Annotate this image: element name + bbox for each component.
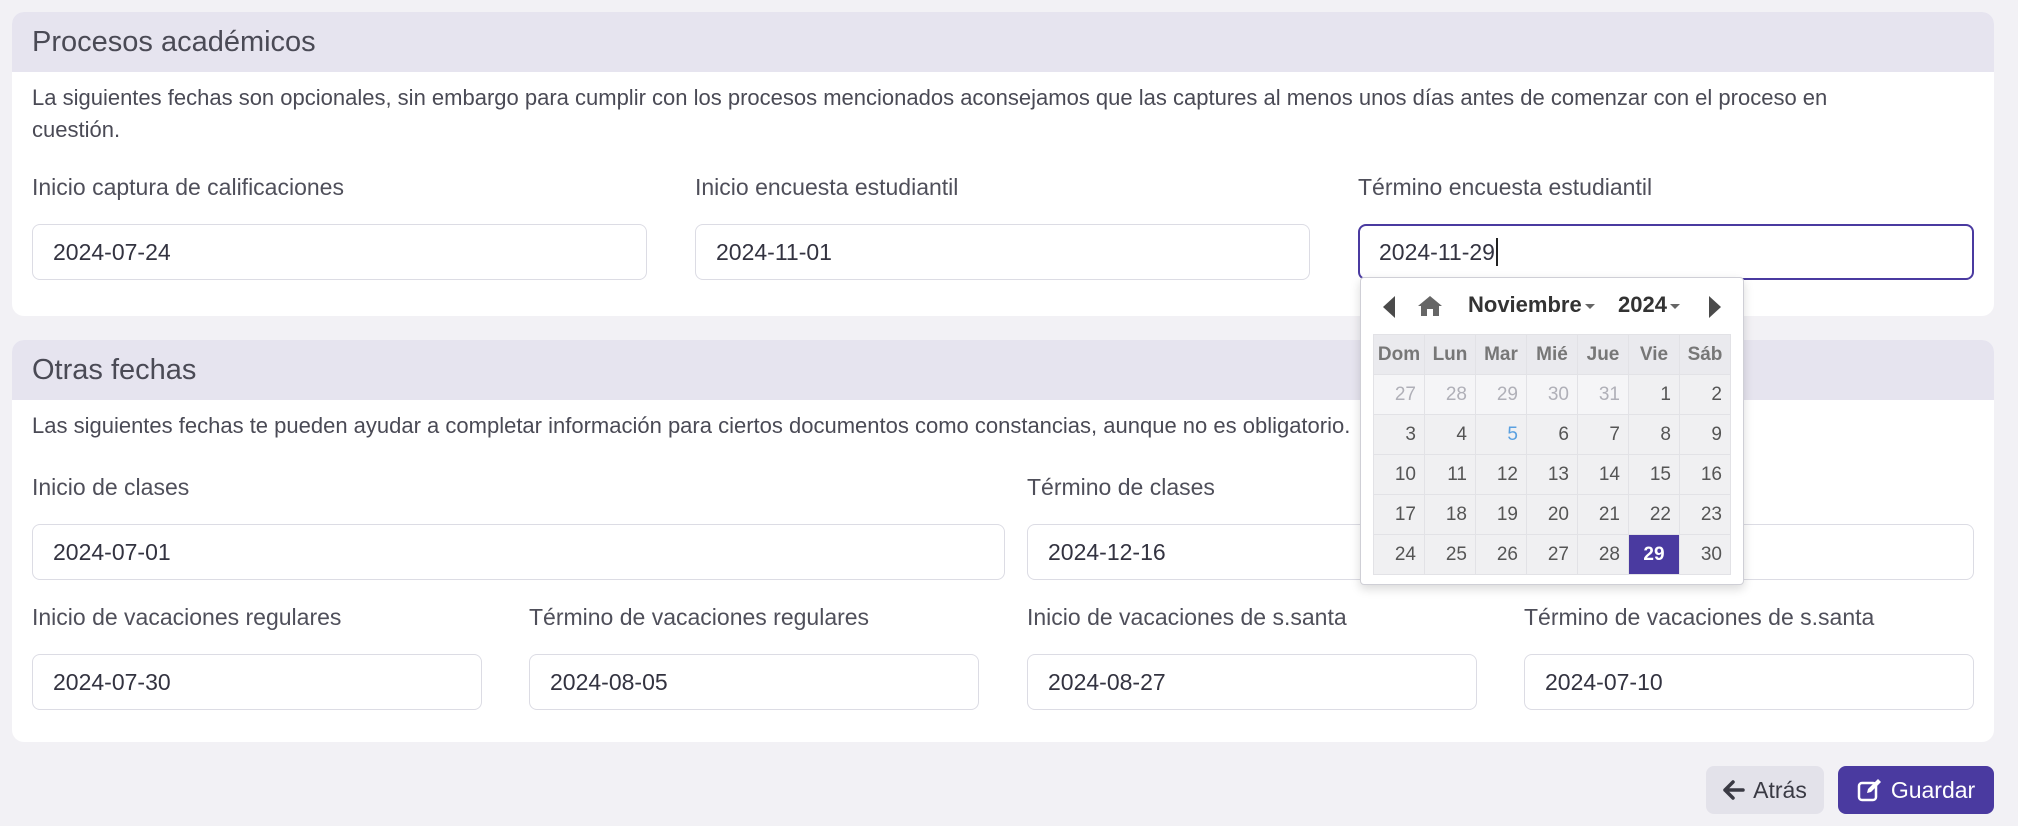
calendar-day[interactable]: 11 — [1424, 454, 1476, 495]
calendar-day[interactable]: 4 — [1424, 414, 1476, 455]
regular-vacation-end-input[interactable]: 2024-08-05 — [529, 654, 979, 710]
weekday-header: Mié — [1526, 334, 1578, 375]
academic-processes-title: Procesos académicos — [12, 12, 1994, 72]
calendar-day[interactable]: 12 — [1475, 454, 1527, 495]
year-label: 2024 — [1618, 292, 1667, 317]
survey-end-label: Término encuesta estudiantil — [1358, 174, 1653, 200]
calendar-week: 17 18 19 20 21 22 23 — [1373, 494, 1731, 535]
weekday-header: Mar — [1475, 334, 1527, 375]
calendar-day[interactable]: 3 — [1373, 414, 1425, 455]
calendar-week: 24 25 26 27 28 29 30 — [1373, 534, 1731, 575]
classes-start-input[interactable]: 2024-07-01 — [32, 524, 1005, 580]
weekday-header: Dom — [1373, 334, 1425, 375]
month-label: Noviembre — [1468, 292, 1582, 317]
regular-vacation-start-input[interactable]: 2024-07-30 — [32, 654, 482, 710]
calendar-day[interactable]: 30 — [1679, 534, 1731, 575]
calendar-day-selected[interactable]: 29 — [1628, 534, 1680, 575]
calendar-day[interactable]: 22 — [1628, 494, 1680, 535]
calendar-day[interactable]: 25 — [1424, 534, 1476, 575]
calendar-day[interactable]: 27 — [1373, 374, 1425, 415]
calendar-day[interactable]: 28 — [1424, 374, 1476, 415]
regular-vacation-start-label: Inicio de vacaciones regulares — [32, 604, 342, 630]
holy-week-start-field: Inicio de vacaciones de s.santa 2024-08-… — [1027, 602, 1477, 722]
weekday-row: Dom Lun Mar Mié Jue Vie Sáb — [1373, 334, 1731, 375]
holy-week-start-label: Inicio de vacaciones de s.santa — [1027, 604, 1347, 630]
next-month-icon[interactable] — [1709, 296, 1721, 318]
prev-month-icon[interactable] — [1383, 296, 1395, 318]
calendar-day[interactable]: 8 — [1628, 414, 1680, 455]
survey-end-input[interactable]: 2024-11-29 — [1358, 224, 1974, 280]
calendar-day[interactable]: 19 — [1475, 494, 1527, 535]
calendar-day[interactable]: 9 — [1679, 414, 1731, 455]
weekday-header: Vie — [1628, 334, 1680, 375]
survey-start-input[interactable]: 2024-11-01 — [695, 224, 1310, 280]
calendar-day[interactable]: 6 — [1526, 414, 1578, 455]
calendar-day[interactable]: 26 — [1475, 534, 1527, 575]
holy-week-end-field: Término de vacaciones de s.santa 2024-07… — [1524, 602, 1974, 722]
calendar-day[interactable]: 17 — [1373, 494, 1425, 535]
grades-capture-start-label: Inicio captura de calificaciones — [32, 174, 344, 200]
edit-icon — [1857, 779, 1881, 802]
calendar-week: 10 11 12 13 14 15 16 — [1373, 454, 1731, 495]
calendar-day[interactable]: 20 — [1526, 494, 1578, 535]
weekday-header: Jue — [1577, 334, 1629, 375]
arrow-left-icon — [1723, 780, 1745, 800]
calendar-day[interactable]: 31 — [1577, 374, 1629, 415]
weekday-header: Lun — [1424, 334, 1476, 375]
back-button-label: Atrás — [1753, 776, 1807, 803]
calendar-day[interactable]: 29 — [1475, 374, 1527, 415]
chevron-down-icon — [1669, 303, 1680, 309]
home-icon[interactable] — [1417, 294, 1443, 318]
grades-capture-start-field: Inicio captura de calificaciones 2024-07… — [32, 172, 647, 292]
back-button[interactable]: Atrás — [1706, 766, 1824, 814]
calendar-day[interactable]: 1 — [1628, 374, 1680, 415]
calendar-day[interactable]: 7 — [1577, 414, 1629, 455]
classes-start-label: Inicio de clases — [32, 474, 190, 500]
calendar-day[interactable]: 10 — [1373, 454, 1425, 495]
holy-week-end-input[interactable]: 2024-07-10 — [1524, 654, 1974, 710]
survey-end-field: Término encuesta estudiantil 2024-11-29 — [1358, 172, 1974, 292]
calendar-day[interactable]: 21 — [1577, 494, 1629, 535]
holy-week-end-label: Término de vacaciones de s.santa — [1524, 604, 1875, 630]
calendar-day-today[interactable]: 5 — [1475, 414, 1527, 455]
calendar-week: 27 28 29 30 31 1 2 — [1373, 374, 1731, 415]
calendar-day[interactable]: 30 — [1526, 374, 1578, 415]
regular-vacation-start-field: Inicio de vacaciones regulares 2024-07-3… — [32, 602, 482, 722]
grades-capture-start-input[interactable]: 2024-07-24 — [32, 224, 647, 280]
save-button[interactable]: Guardar — [1838, 766, 1994, 814]
date-picker: Noviembre 2024 Dom Lun Mar Mié Jue Vie S… — [1360, 277, 1744, 585]
calendar-day[interactable]: 27 — [1526, 534, 1578, 575]
calendar-grid: Dom Lun Mar Mié Jue Vie Sáb 27 28 29 30 … — [1373, 334, 1731, 575]
save-button-label: Guardar — [1890, 776, 1976, 803]
year-select[interactable]: 2024 — [1618, 292, 1680, 318]
calendar-day[interactable]: 16 — [1679, 454, 1731, 495]
calendar-day[interactable]: 15 — [1628, 454, 1680, 495]
calendar-day[interactable]: 13 — [1526, 454, 1578, 495]
calendar-day[interactable]: 23 — [1679, 494, 1731, 535]
text-caret — [1495, 238, 1498, 266]
date-picker-nav: Noviembre 2024 — [1361, 278, 1743, 334]
calendar-day[interactable]: 18 — [1424, 494, 1476, 535]
calendar-week: 3 4 5 6 7 8 9 — [1373, 414, 1731, 455]
calendar-day[interactable]: 2 — [1679, 374, 1731, 415]
holy-week-start-input[interactable]: 2024-08-27 — [1027, 654, 1477, 710]
regular-vacation-end-field: Término de vacaciones regulares 2024-08-… — [529, 602, 979, 722]
weekday-header: Sáb — [1679, 334, 1731, 375]
month-select[interactable]: Noviembre — [1468, 292, 1595, 318]
survey-start-label: Inicio encuesta estudiantil — [695, 174, 959, 200]
academic-processes-card: Procesos académicos La siguientes fechas… — [12, 12, 1994, 316]
calendar-day[interactable]: 24 — [1373, 534, 1425, 575]
classes-start-field: Inicio de clases 2024-07-01 — [32, 472, 1005, 592]
survey-start-field: Inicio encuesta estudiantil 2024-11-01 — [695, 172, 1310, 292]
academic-processes-description: La siguientes fechas son opcionales, sin… — [32, 85, 1828, 142]
survey-end-value: 2024-11-29 — [1379, 238, 1495, 265]
calendar-day[interactable]: 28 — [1577, 534, 1629, 575]
chevron-down-icon — [1584, 303, 1595, 309]
calendar-day[interactable]: 14 — [1577, 454, 1629, 495]
regular-vacation-end-label: Término de vacaciones regulares — [529, 604, 870, 630]
